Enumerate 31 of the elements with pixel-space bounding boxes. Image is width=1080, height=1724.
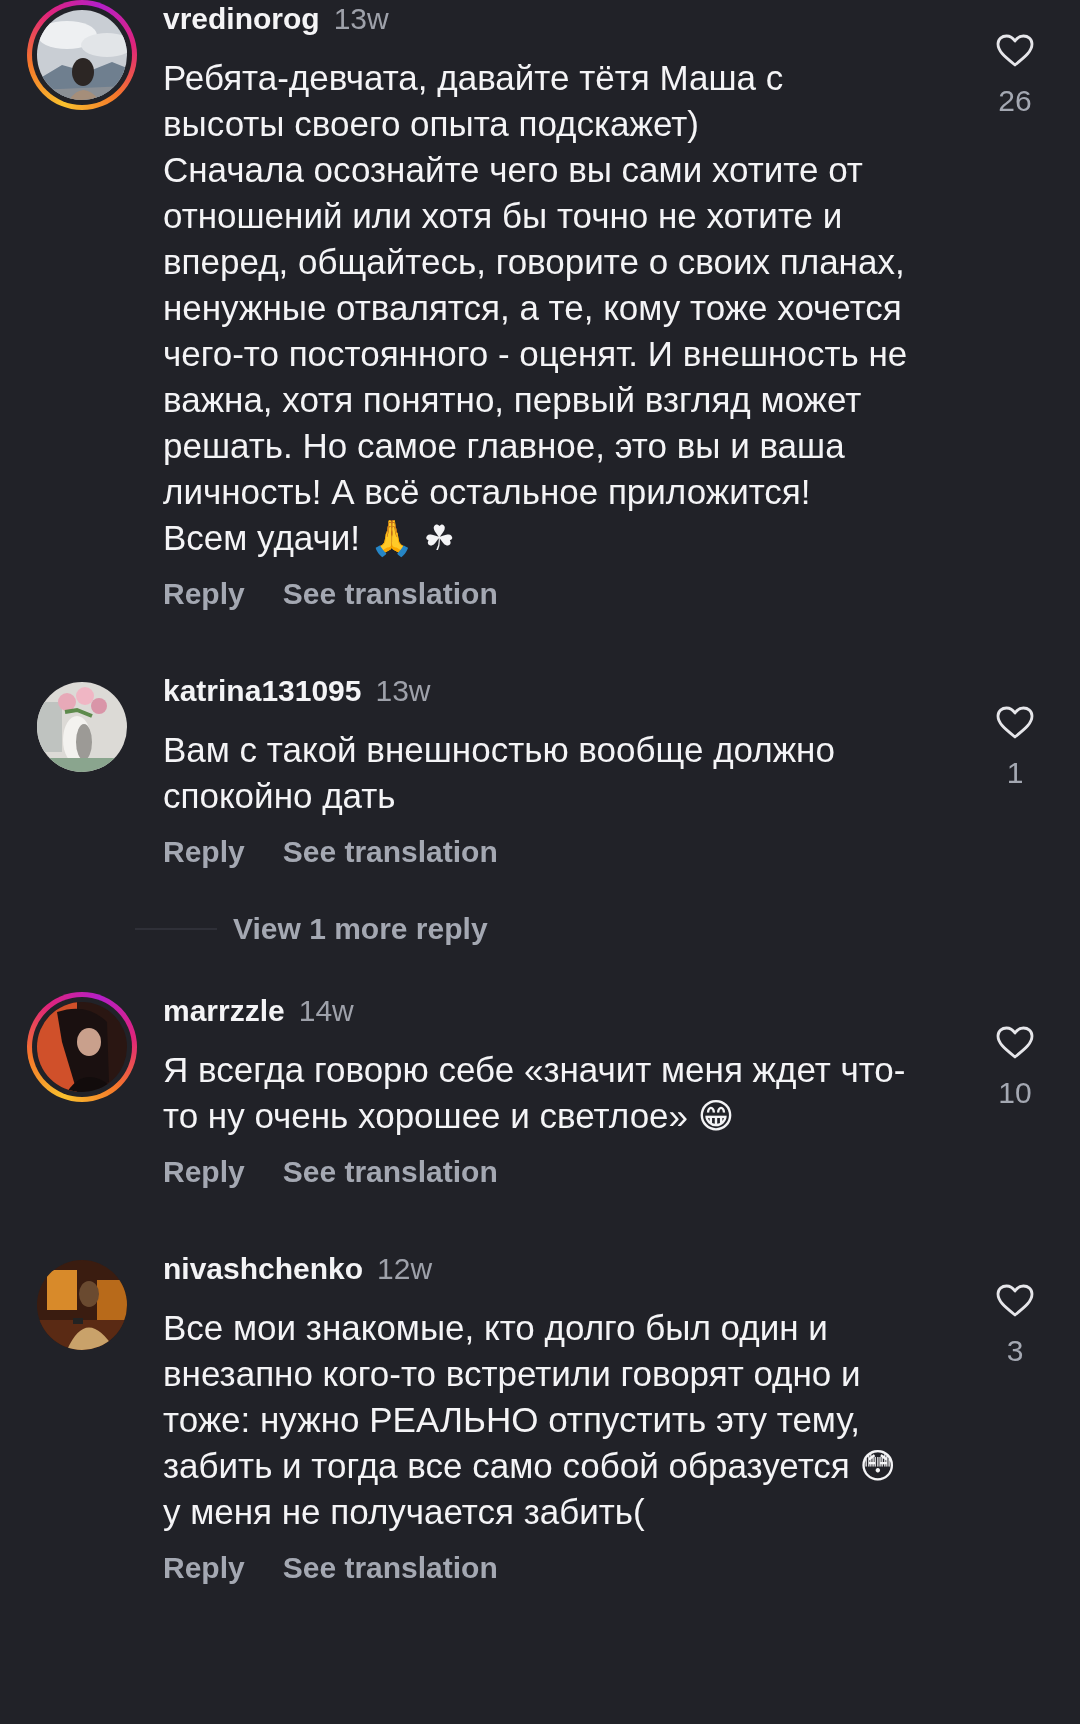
reply-button[interactable]: Reply xyxy=(163,829,245,875)
like-count: 10 xyxy=(998,1076,1032,1110)
timestamp: 12w xyxy=(377,1251,433,1287)
like-icon[interactable] xyxy=(996,34,1034,68)
view-replies-button[interactable]: View 1 more reply xyxy=(233,906,488,952)
like-icon[interactable] xyxy=(996,1284,1034,1318)
timestamp: 14w xyxy=(298,993,354,1029)
timestamp: 13w xyxy=(333,1,389,37)
reply-button[interactable]: Reply xyxy=(163,1545,245,1591)
username[interactable]: marrzzle xyxy=(163,992,285,1030)
comment-text: Я всегда говорю себе «значит меня ждет что-то ну очень хорошее и светлое» 😁 xyxy=(163,1049,907,1137)
comment-text: Всем удачи! 🙏 ☘ xyxy=(163,517,455,559)
see-translation-button[interactable]: See translation xyxy=(282,1149,498,1195)
reply-button[interactable]: Reply xyxy=(163,1149,245,1195)
like-count: 26 xyxy=(998,84,1032,118)
username[interactable]: vredinorog xyxy=(163,0,320,38)
comment-text: Сначала осознайте чего вы сами хотите от отношений или хотя бы точно не хотите и вперед, общайтесь, говорите о своих планах, ненужные отвалятся, а те, кому тоже хочется чего-то постоянного - оценят. И внешность не важна, хотя понятно, первый взгляд может решать. Но самое главное, это вы и ваша личность! А всё остальное приложится! xyxy=(163,149,909,513)
username[interactable]: katrina131095 xyxy=(163,672,362,710)
like-count: 1 xyxy=(1006,756,1024,790)
comment-text: у меня не получается забить( xyxy=(163,1491,645,1533)
reply-button[interactable]: Reply xyxy=(163,571,245,617)
timestamp: 13w xyxy=(375,673,431,709)
comment-text: Вам с такой внешностью вообще должно спокойно дать xyxy=(163,729,836,817)
like-icon[interactable] xyxy=(996,1026,1034,1060)
like-icon[interactable] xyxy=(996,706,1034,740)
like-count: 3 xyxy=(1006,1334,1024,1368)
username[interactable]: nivashchenko xyxy=(163,1250,364,1288)
see-translation-button[interactable]: See translation xyxy=(282,1545,498,1591)
see-translation-button[interactable]: See translation xyxy=(282,571,498,617)
see-translation-button[interactable]: See translation xyxy=(282,829,498,875)
comment-text: Ребята-девчата, давайте тётя Маша с высоты своего опыта подскажет) xyxy=(163,57,785,145)
